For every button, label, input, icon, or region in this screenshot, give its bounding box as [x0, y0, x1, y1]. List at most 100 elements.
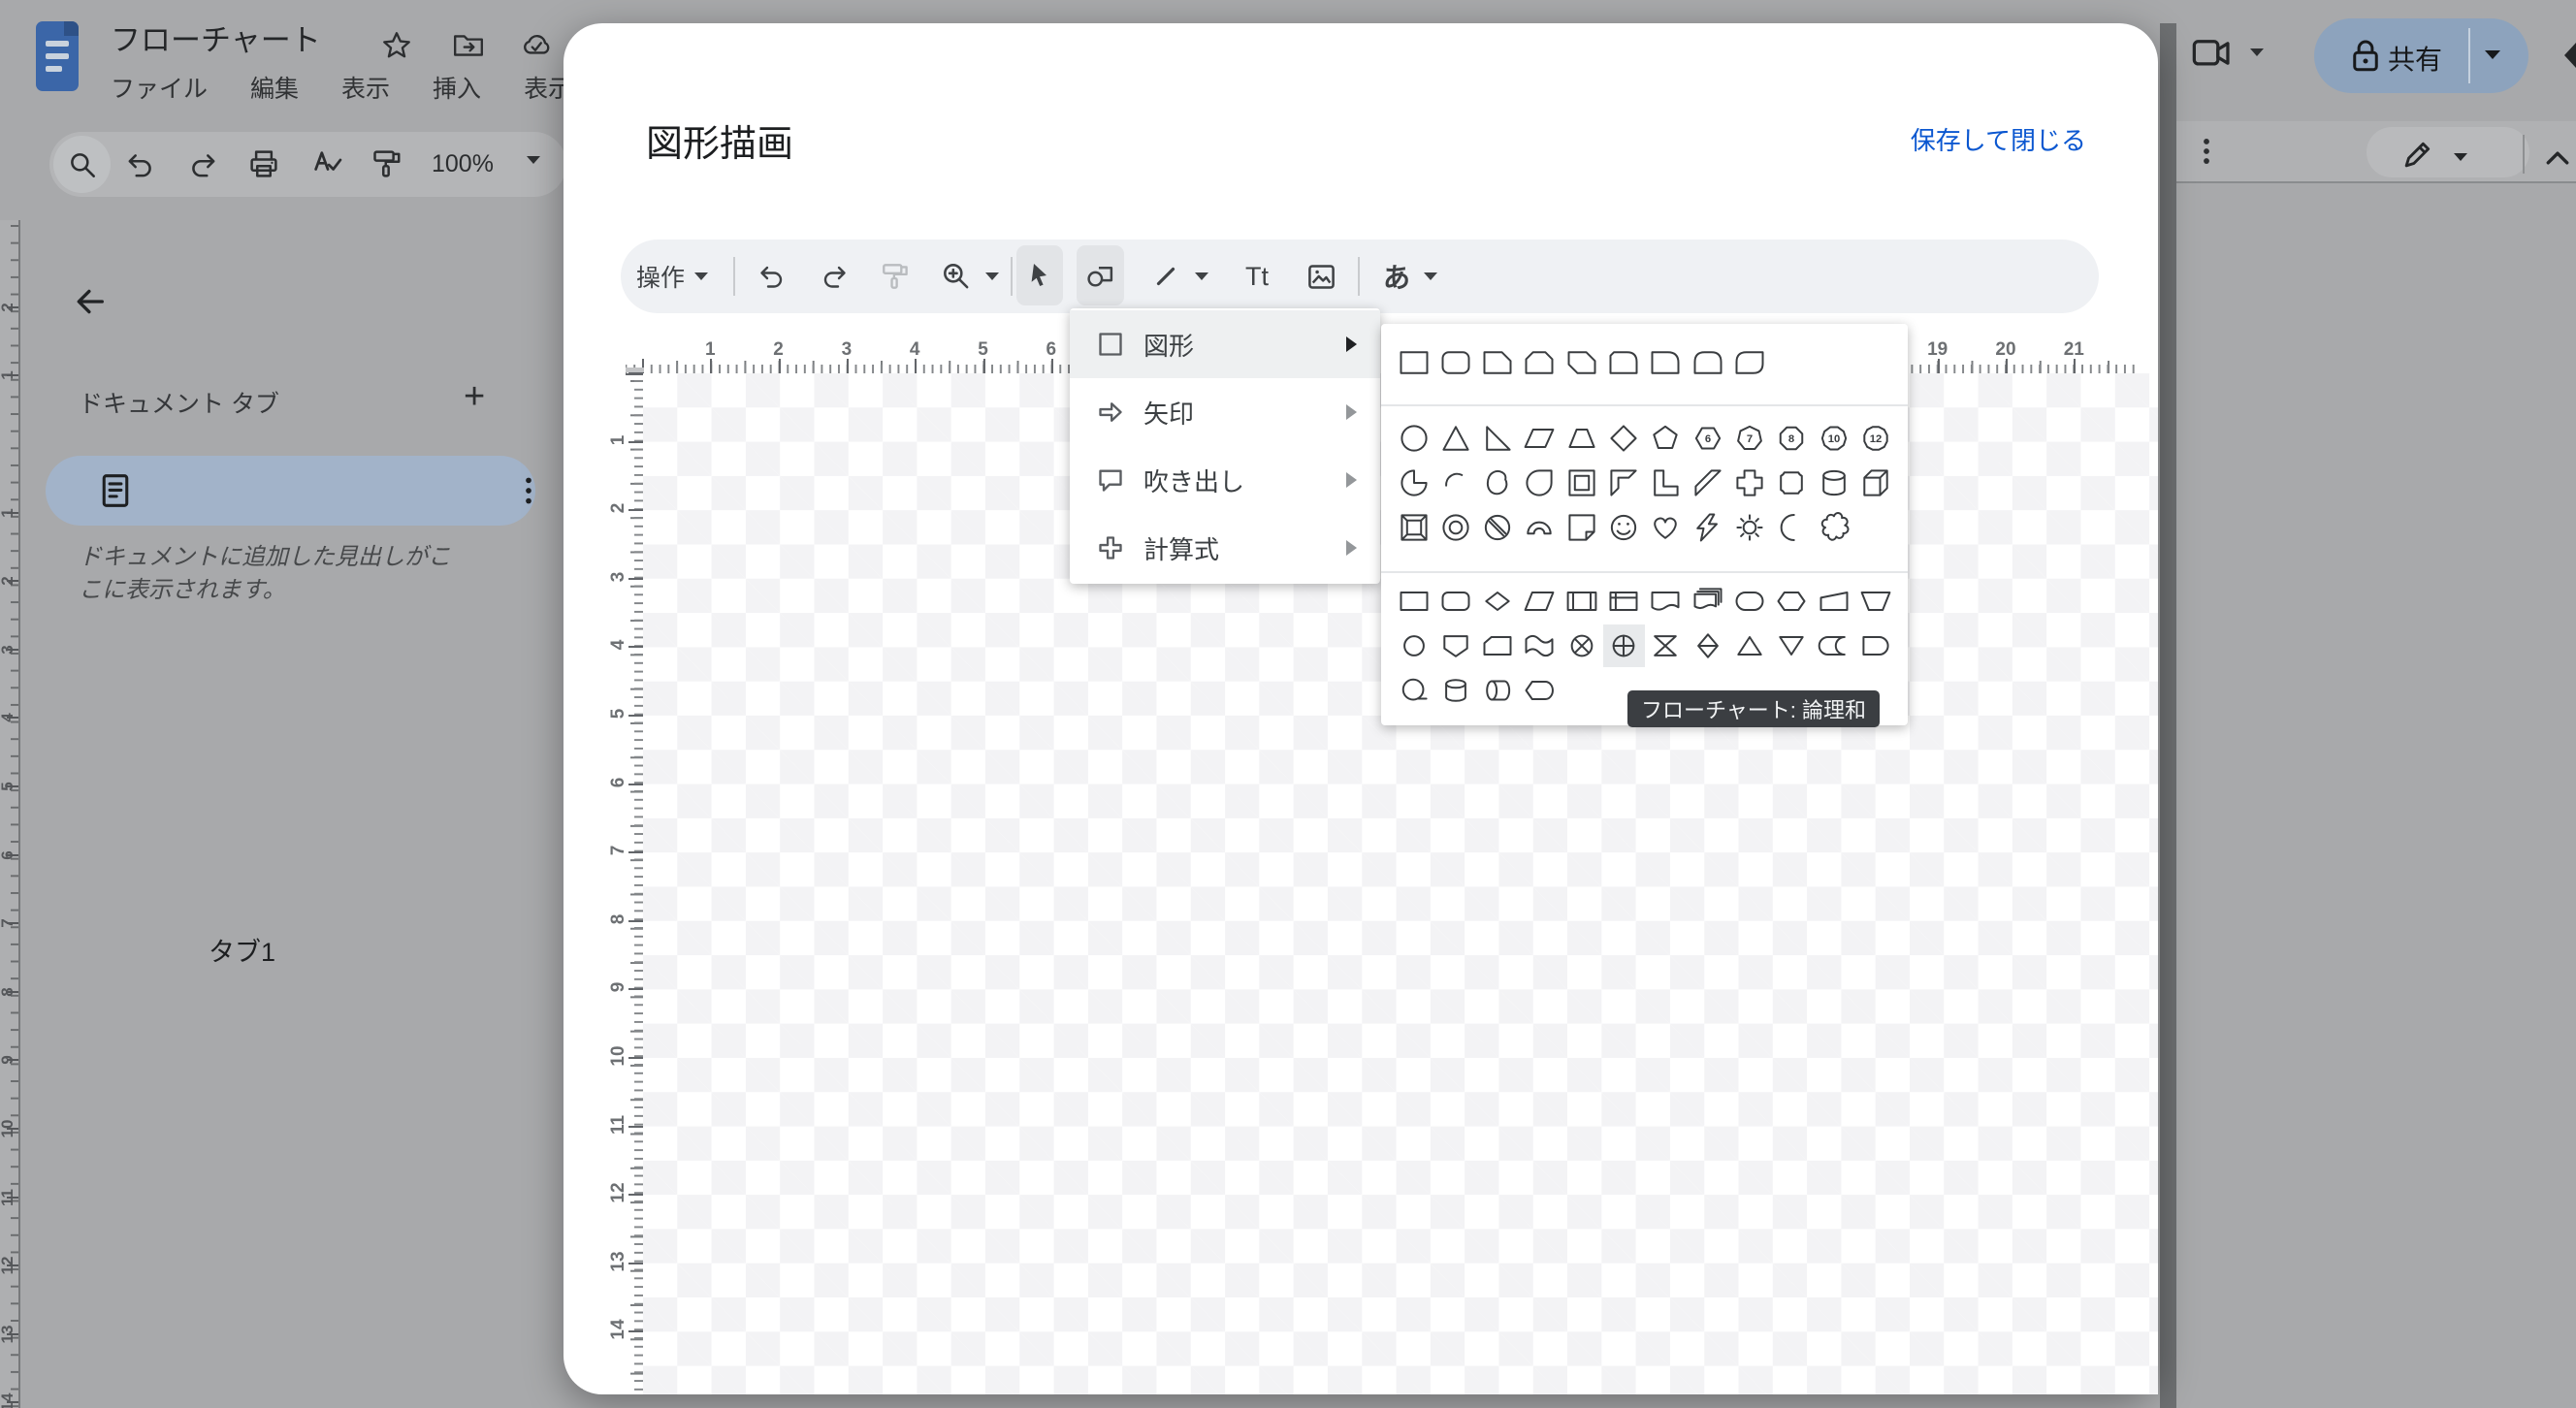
shape-fc-display[interactable]: [1519, 669, 1561, 712]
shape-corner[interactable]: [1603, 462, 1645, 504]
shape-fc-direct-access-storage[interactable]: [1477, 669, 1519, 712]
move-folder-icon[interactable]: [452, 29, 485, 62]
furigana-button[interactable]: あ: [1371, 247, 1422, 305]
shape-fc-alternate-process[interactable]: [1434, 580, 1476, 623]
redo-icon[interactable]: [186, 148, 219, 181]
shape-fc-manual-operation[interactable]: [1854, 580, 1896, 623]
sidebar-tab-item[interactable]: タブ1: [46, 456, 535, 526]
shape-snip-diagonal-corners[interactable]: [1561, 341, 1602, 384]
menu-item-callouts[interactable]: 吹き出し: [1070, 446, 1380, 514]
shape-snip-single-corner[interactable]: [1477, 341, 1519, 384]
menu-item-arrows[interactable]: 矢印: [1070, 378, 1380, 446]
shape-can[interactable]: [1813, 462, 1854, 504]
share-button[interactable]: 共有: [2314, 18, 2528, 93]
shape-ellipse[interactable]: [1393, 417, 1434, 460]
shape-cube[interactable]: [1854, 462, 1896, 504]
shape-pentagon[interactable]: [1645, 417, 1687, 460]
shape-round-diagonal-corners[interactable]: [1728, 341, 1770, 384]
shape-fc-internal-storage[interactable]: [1603, 580, 1645, 623]
shape-frame[interactable]: [1561, 462, 1602, 504]
insert-image-button[interactable]: [1292, 247, 1350, 305]
shape-fc-or[interactable]: [1603, 624, 1645, 667]
back-arrow-icon[interactable]: [72, 283, 109, 320]
shape-smiley[interactable]: [1603, 506, 1645, 549]
shape-donut[interactable]: [1434, 506, 1476, 549]
menu-file[interactable]: ファイル: [111, 70, 208, 105]
shape-triangle[interactable]: [1434, 417, 1476, 460]
spellcheck-icon[interactable]: [310, 147, 345, 182]
menu-item-shapes[interactable]: 図形: [1070, 310, 1380, 378]
zoom-tool-caret-icon[interactable]: [985, 240, 999, 313]
star-icon[interactable]: [380, 29, 413, 62]
shape-fc-extract[interactable]: [1728, 624, 1770, 667]
shape-tool-button[interactable]: [1077, 245, 1124, 305]
actions-menu-button[interactable]: 操作: [636, 240, 708, 313]
shape-arch[interactable]: [1519, 506, 1561, 549]
tab-overflow-icon[interactable]: [509, 471, 548, 510]
zoom-level[interactable]: 100%: [432, 150, 494, 178]
shape-diamond[interactable]: [1603, 417, 1645, 460]
collapse-toolbar-icon[interactable]: [2541, 142, 2574, 175]
shape-snip-round-single-corner[interactable]: [1603, 341, 1645, 384]
shape-cross[interactable]: [1728, 462, 1770, 504]
line-tool-button[interactable]: [1141, 247, 1191, 305]
furigana-caret-icon[interactable]: [1424, 240, 1437, 313]
share-caret-icon[interactable]: [2485, 50, 2500, 59]
shape-dodecagon[interactable]: 12: [1854, 417, 1896, 460]
video-call-icon[interactable]: [2190, 35, 2233, 72]
more-options-icon[interactable]: [2188, 133, 2225, 170]
shape-moon[interactable]: [1771, 506, 1813, 549]
shape-arc[interactable]: [1434, 462, 1476, 504]
search-icon[interactable]: [66, 148, 99, 181]
menu-format[interactable]: 表示形式: [524, 70, 564, 105]
shape-cloud[interactable]: [1813, 506, 1854, 549]
shape-sun[interactable]: [1728, 506, 1770, 549]
shape-blob[interactable]: [1477, 462, 1519, 504]
shape-octagon[interactable]: 8: [1771, 417, 1813, 460]
menu-edit[interactable]: 編集: [250, 70, 299, 105]
shape-round-same-side-corners[interactable]: [1687, 341, 1728, 384]
shape-fc-terminator[interactable]: [1728, 580, 1770, 623]
line-tool-caret-icon[interactable]: [1195, 240, 1208, 313]
shape-fc-preparation[interactable]: [1771, 580, 1813, 623]
select-tool-button[interactable]: [1016, 245, 1063, 305]
editing-mode-caret-icon[interactable]: [2454, 153, 2467, 161]
zoom-caret-icon[interactable]: [527, 156, 540, 164]
shape-snip-same-side-corners[interactable]: [1519, 341, 1561, 384]
shape-trapezoid[interactable]: [1561, 417, 1602, 460]
cloud-check-icon[interactable]: [520, 29, 553, 62]
page-scrollbar[interactable]: [2160, 23, 2176, 1408]
editing-mode-pencil-icon[interactable]: [2399, 136, 2436, 173]
document-title[interactable]: フローチャート: [111, 16, 321, 59]
shape-right-triangle[interactable]: [1477, 417, 1519, 460]
shape-diagonal-stripe[interactable]: [1687, 462, 1728, 504]
shape-parallelogram[interactable]: [1519, 417, 1561, 460]
undo-button[interactable]: [743, 247, 801, 305]
shape-fc-decision[interactable]: [1477, 580, 1519, 623]
shape-decagon[interactable]: 10: [1813, 417, 1854, 460]
shape-fc-punched-tape[interactable]: [1519, 624, 1561, 667]
video-call-caret-icon[interactable]: [2250, 48, 2264, 56]
shape-fc-offpage-connector[interactable]: [1434, 624, 1476, 667]
shape-hexagon[interactable]: 6: [1687, 417, 1728, 460]
shape-fc-multidocument[interactable]: [1687, 580, 1728, 623]
shape-heart[interactable]: [1645, 506, 1687, 549]
shape-plaque[interactable]: [1771, 462, 1813, 504]
shape-bevel[interactable]: [1393, 506, 1434, 549]
shape-lightning-bolt[interactable]: [1687, 506, 1728, 549]
shape-folded-corner[interactable]: [1561, 506, 1602, 549]
shape-fc-sequential-storage[interactable]: [1393, 669, 1434, 712]
shape-fc-predefined-process[interactable]: [1561, 580, 1602, 623]
undo-icon[interactable]: [124, 148, 157, 181]
shape-fc-card[interactable]: [1477, 624, 1519, 667]
shape-fc-collate[interactable]: [1645, 624, 1687, 667]
shape-fc-delay[interactable]: [1854, 624, 1896, 667]
shape-round-single-corner[interactable]: [1645, 341, 1687, 384]
shape-rectangle[interactable]: [1393, 341, 1434, 384]
shape-fc-magnetic-disk[interactable]: [1434, 669, 1476, 712]
shape-fc-process[interactable]: [1393, 580, 1434, 623]
paint-format-icon[interactable]: [370, 146, 405, 181]
shape-fc-merge[interactable]: [1771, 624, 1813, 667]
shape-fc-sort[interactable]: [1687, 624, 1728, 667]
menu-view[interactable]: 表示: [341, 70, 390, 105]
